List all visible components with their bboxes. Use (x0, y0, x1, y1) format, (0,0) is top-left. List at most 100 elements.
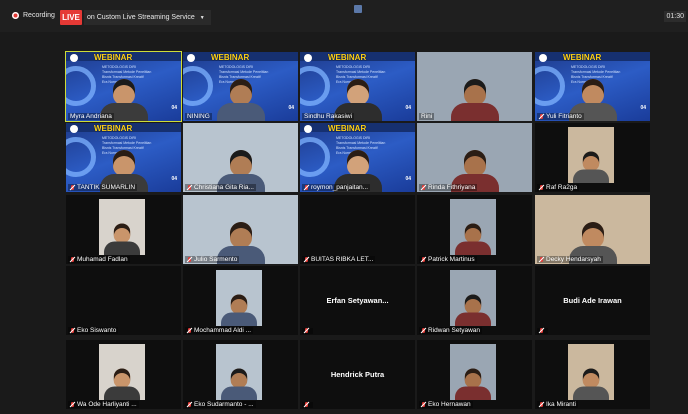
participant-tile[interactable]: Julio Sarmento (183, 195, 298, 264)
gallery-view: WEBINAR METODOLOGIS DIRI Transformasi Meto… (65, 51, 650, 409)
participant-tile[interactable]: WEBINAR METODOLOGIS DIRI Transformasi Meto… (183, 52, 298, 121)
participant-video (573, 368, 609, 400)
participant-tile[interactable]: Decky Hendarsyah (535, 195, 650, 264)
slide-date: 04 (405, 105, 411, 111)
mic-muted-icon (304, 256, 309, 263)
logo-icon (70, 125, 78, 133)
participant-name: Eko Siswanto (77, 327, 117, 334)
mic-muted-icon (421, 401, 426, 408)
participant-video (455, 368, 491, 400)
logo-icon (539, 54, 547, 62)
participant-tile[interactable]: Mochammad Aldi ... (183, 266, 298, 335)
chevron-down-icon: ▼ (199, 14, 205, 21)
participant-name-label: Julio Sarmento (185, 256, 240, 263)
slide-date: 04 (288, 105, 294, 111)
slide-title: WEBINAR (563, 53, 602, 62)
participant-name-label: Wa Ode Harliyanti ... (68, 401, 139, 408)
participant-video (104, 223, 140, 255)
participant-video (216, 79, 265, 121)
participant-tile[interactable]: Eko Sudarmanto - ... (183, 340, 298, 409)
participant-tile[interactable]: Christiana Gita Ria... (183, 123, 298, 192)
participant-name: Wa Ode Harliyanti ... (77, 401, 137, 408)
logo-icon (70, 54, 78, 62)
participant-name-label: Sindhu Rakasiwi (302, 113, 355, 120)
participant-tile[interactable]: WEBINAR METODOLOGIS DIRI Transformasi Meto… (300, 52, 415, 121)
participant-tile[interactable]: BUITAS RIBKA LET... (300, 195, 415, 264)
participant-name: Mochammad Aldi ... (194, 327, 252, 334)
participant-name-label: Muhamad Fadlan (68, 256, 130, 263)
mic-muted-icon (304, 402, 309, 408)
participant-name: BUITAS RIBKA LET... (311, 256, 374, 263)
participant-tile[interactable]: Ridwan Setyawan (417, 266, 532, 335)
participant-name: Julio Sarmento (194, 256, 238, 263)
participant-tile[interactable]: Hendrick Putra (300, 340, 415, 409)
stream-service-dropdown[interactable]: on Custom Live Streaming Service ▼ (84, 10, 211, 25)
participant-name: Myra Andriana (70, 113, 112, 120)
participant-name-label: Yuli Fitrianto (537, 113, 584, 120)
participant-video (221, 294, 257, 326)
mic-muted-icon (70, 327, 75, 334)
mic-muted-icon (304, 184, 309, 191)
participant-name: Eko Hernawan (428, 401, 471, 408)
participant-video (450, 79, 499, 121)
participant-name-label: Myra Andriana (68, 113, 114, 120)
view-toggle-icon[interactable] (354, 5, 362, 13)
mic-muted-icon (70, 401, 75, 408)
participant-video (455, 294, 491, 326)
participant-name-label (302, 328, 313, 334)
logo-icon (304, 125, 312, 133)
mic-muted-icon (187, 327, 192, 334)
participant-video (455, 223, 491, 255)
mic-muted-icon (187, 401, 192, 408)
participant-name-label (537, 328, 548, 334)
participant-tile[interactable]: Erfan Setyawan... (300, 266, 415, 335)
participant-name-label: Christiana Gita Ria... (185, 184, 256, 191)
participant-video (221, 368, 257, 400)
participant-name-label: Rini (419, 113, 435, 120)
participant-tile[interactable]: WEBINAR METODOLOGIS DIRI Transformasi Meto… (535, 52, 650, 121)
participant-name: Sindhu Rakasiwi (304, 113, 353, 120)
mic-muted-icon (539, 184, 544, 191)
participant-name: NINING (187, 113, 210, 120)
participant-name-label: Ridwan Setyawan (419, 327, 483, 334)
participant-name: Eko Sudarmanto - ... (194, 401, 254, 408)
participant-tile[interactable]: WEBINAR METODOLOGIS DIRI Transformasi Meto… (65, 51, 182, 122)
participant-name-label (302, 402, 313, 408)
slide-date: 04 (405, 176, 411, 182)
participant-name-label: roymon_panjaitan... (302, 184, 371, 191)
mic-muted-icon (304, 328, 309, 334)
participant-tile[interactable]: Raf Ra2ga (535, 123, 650, 192)
participant-tile[interactable]: Wa Ode Harliyanti ... (66, 340, 181, 409)
slide-title: WEBINAR (94, 53, 133, 62)
participant-tile[interactable]: Patrick Martinus (417, 195, 532, 264)
recording-indicator[interactable]: Recording (12, 12, 55, 19)
participant-name: Yuli Fitrianto (546, 113, 582, 120)
participant-tile[interactable]: Ika Miranti (535, 340, 650, 409)
meeting-top-bar: Recording LIVE on Custom Live Streaming … (0, 0, 688, 32)
slide-date: 04 (640, 105, 646, 111)
participant-tile[interactable]: Eko Hernawan (417, 340, 532, 409)
participant-name-label: NINING (185, 113, 212, 120)
slide-date: 04 (171, 176, 177, 182)
participant-name-label: Rinda Fithriyana (419, 184, 478, 191)
participant-name: Muhamad Fadlan (77, 256, 128, 263)
participant-tile[interactable]: Eko Siswanto (66, 266, 181, 335)
participant-tile[interactable]: Budi Ade Irawan (535, 266, 650, 335)
participant-tile[interactable]: Muhamad Fadlan (66, 195, 181, 264)
participant-tile[interactable]: WEBINAR METODOLOGIS DIRI Transformasi Meto… (66, 123, 181, 192)
participant-name-label: Mochammad Aldi ... (185, 327, 254, 334)
participant-tile[interactable]: WEBINAR METODOLOGIS DIRI Transformasi Meto… (300, 123, 415, 192)
participant-name: Patrick Martinus (428, 256, 475, 263)
mic-muted-icon (539, 328, 544, 334)
participant-name: Decky Hendarsyah (546, 256, 601, 263)
mic-muted-icon (539, 256, 544, 263)
participant-name-label: Ika Miranti (537, 401, 578, 408)
logo-icon (304, 54, 312, 62)
participant-tile[interactable]: Rinda Fithriyana (417, 123, 532, 192)
participant-name: roymon_panjaitan... (311, 184, 369, 191)
participant-name-label: Eko Siswanto (68, 327, 119, 334)
live-badge[interactable]: LIVE (60, 10, 82, 25)
participant-tile[interactable]: Rini (417, 52, 532, 121)
participant-name-label: Eko Hernawan (419, 401, 473, 408)
recording-label: Recording (23, 12, 55, 19)
